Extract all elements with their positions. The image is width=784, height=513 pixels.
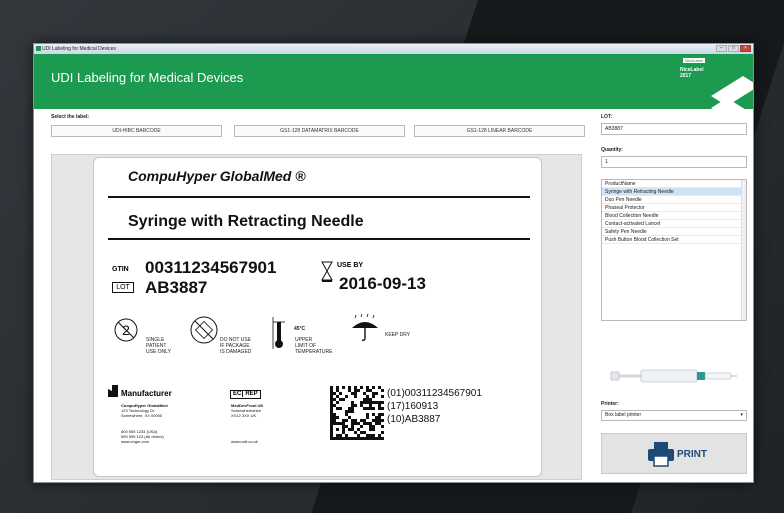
list-item[interactable]: Syringe with Retracting Needle (602, 188, 746, 196)
label-brand: CompuHyper GlobalMed ® (128, 168, 306, 184)
app-icon (36, 46, 41, 51)
ec-rep-address: MedDevFront UK Somewhereshire XX12 3XX U… (231, 403, 264, 418)
list-scrollbar[interactable] (741, 180, 746, 320)
list-item[interactable]: Blood Collection Needle (602, 212, 746, 220)
temperature-text: UPPER LIMIT OF TEMPERATURE (295, 337, 333, 355)
ai-gtin: (01)00311234567901 (387, 388, 482, 399)
list-item[interactable]: Push Button Blood Collection Set (602, 236, 746, 244)
quantity-caption: Quantity: (601, 147, 623, 153)
close-button[interactable]: × (740, 45, 751, 52)
chevron-down-icon: ▾ (740, 412, 743, 418)
option-gs1-datamatrix-button[interactable]: GS1-128 DATAMATRIX BARCODE (234, 125, 405, 137)
lot-input[interactable]: AB3887 (601, 123, 747, 135)
lot-value: AB3887 (145, 278, 208, 297)
divider (108, 238, 530, 240)
maximize-button[interactable]: □ (728, 45, 739, 52)
quantity-input[interactable]: 1 (601, 156, 747, 168)
single-use-icon: 2 (114, 318, 138, 342)
gtin-value: 00311234567901 (145, 258, 277, 277)
label-preview: CompuHyper GlobalMed ® Syringe with Retr… (93, 157, 542, 477)
single-use-text: SINGLE PATIENT USE ONLY (146, 337, 171, 355)
minimize-button[interactable]: – (716, 45, 727, 52)
product-listbox[interactable]: ProductName Syringe with Retracting Need… (601, 179, 747, 321)
damaged-package-text: DO NOT USE IF PACKAGE IS DAMAGED (220, 337, 252, 355)
option-gs1-linear-button[interactable]: GS1-128 LINEAR BARCODE (414, 125, 585, 137)
ai-lot: (10)AB3887 (387, 414, 441, 425)
ec-rep-symbol: EC REP (230, 390, 261, 399)
divider (108, 196, 530, 198)
app-header: UDI Labeling for Medical Devices NiceLab… (34, 54, 753, 128)
gtin-label: GTIN (112, 266, 129, 273)
list-header: ProductName (602, 180, 746, 188)
print-button-label: PRINT (677, 449, 707, 460)
list-item[interactable]: Phaseal Protector (602, 204, 746, 212)
umbrella-icon (352, 314, 378, 341)
page-title: UDI Labeling for Medical Devices (51, 70, 244, 85)
keep-dry-text: KEEP DRY (385, 332, 411, 338)
print-button[interactable]: PRINT (601, 433, 747, 474)
ec-rep-web: www.mdf.co.uk (231, 439, 258, 444)
list-item[interactable]: Duo Pen Needle (602, 196, 746, 204)
option-udi-hibc-button[interactable]: UDI-HIBC BARCODE (51, 125, 222, 137)
manufacturer-address: CompuHyper GlobalMed 123 Technology Dr S… (121, 403, 168, 418)
printer-icon (648, 442, 674, 467)
thermometer-icon (272, 317, 285, 349)
app-window: UDI Labeling for Medical Devices – □ × U… (33, 43, 754, 483)
temperature-value: 45°C (294, 326, 306, 332)
ai-expiry: (17)160913 (387, 401, 439, 412)
printer-select[interactable]: Box label printer ▾ (601, 410, 747, 421)
list-item[interactable]: Safety Pen Needle (602, 228, 746, 236)
window-titlebar: UDI Labeling for Medical Devices – □ × (34, 44, 753, 54)
window-title: UDI Labeling for Medical Devices (42, 46, 116, 52)
select-label-caption: Select the label: (51, 114, 90, 120)
logo-badge: NiceLabel (683, 58, 705, 63)
useby-label: USE BY (337, 262, 364, 269)
lot-caption: LOT: (601, 114, 613, 120)
manufacturer-contact: 800 555 1234 (USA) 555 555 123 (All othe… (121, 429, 164, 444)
hourglass-icon (321, 261, 333, 282)
useby-value: 2016-09-13 (339, 274, 426, 293)
lot-symbol: LOT (112, 282, 134, 293)
manufacturer-icon (108, 385, 118, 397)
syringe-image (610, 369, 737, 383)
list-item[interactable]: Contact-activated Lancet (602, 220, 746, 228)
printer-caption: Printer: (601, 401, 619, 407)
printer-value: Box label printer (605, 412, 642, 418)
damaged-package-icon (190, 316, 218, 344)
label-preview-area: CompuHyper GlobalMed ® Syringe with Retr… (51, 154, 582, 480)
label-product-name: Syringe with Retracting Needle (128, 213, 364, 230)
manufacturer-title: Manufacturer (121, 389, 172, 398)
datamatrix-barcode (330, 386, 384, 440)
